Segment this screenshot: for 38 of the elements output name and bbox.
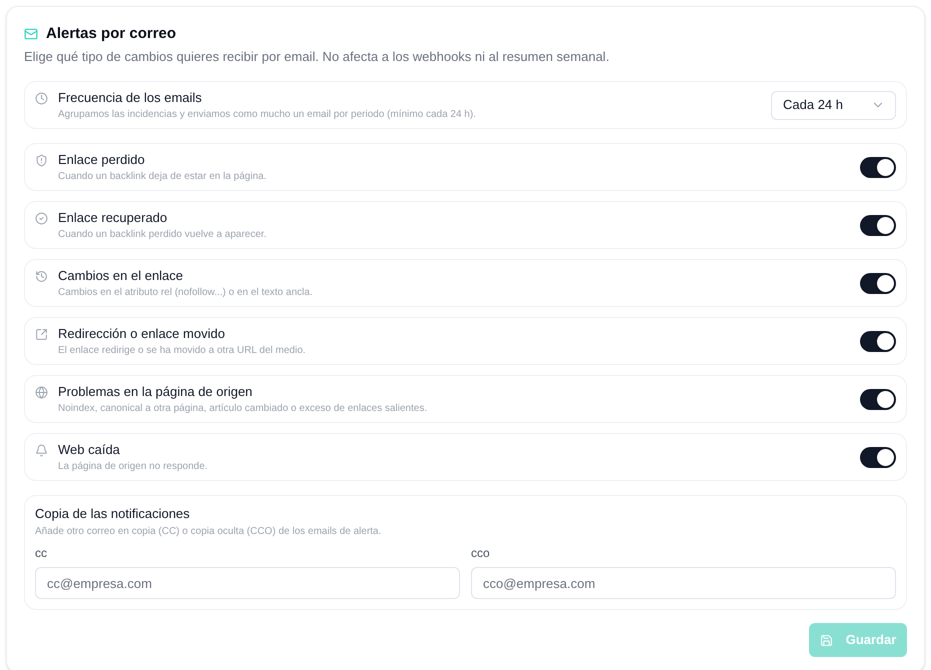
toggle-switch[interactable] bbox=[860, 214, 896, 236]
setting-title: Redirección o enlace movido bbox=[58, 326, 226, 342]
globe-icon bbox=[35, 386, 48, 398]
setting-title: Enlace recuperado bbox=[58, 210, 168, 226]
setting-description: Agrupamos las incidencias y enviamos como mucho un email por periodo (mínimo cada 24 h). bbox=[58, 108, 476, 120]
setting-description: Noindex, canonical a otra página, artículo cambiado o exceso de enlaces salientes. bbox=[58, 402, 428, 414]
toggle-switch[interactable] bbox=[860, 156, 896, 178]
frequency-select[interactable]: Cada 24 h bbox=[771, 90, 896, 120]
clock-icon bbox=[35, 92, 48, 104]
bell-icon bbox=[35, 444, 48, 456]
setting-title: Enlace perdido bbox=[58, 152, 146, 168]
check-circle-icon bbox=[35, 212, 48, 224]
toggle-switch[interactable] bbox=[860, 388, 896, 410]
setting-title: Web caída bbox=[58, 442, 121, 458]
field-label: cco bbox=[471, 546, 491, 560]
setting-description: Cuando un backlink deja de estar en la página. bbox=[58, 170, 266, 182]
field-label: cc bbox=[35, 546, 48, 560]
setting-description: Cambios en el atributo rel (nofollow...) o en el texto ancla. bbox=[58, 286, 313, 298]
email-input[interactable]: cc@empresa.com bbox=[35, 567, 460, 599]
toggle-switch[interactable] bbox=[860, 272, 896, 294]
setting-description: Cuando un backlink perdido vuelve a aparecer. bbox=[58, 228, 266, 240]
mail-icon bbox=[24, 27, 38, 41]
setting-description: El enlace redirige o se ha movido a otra URL del medio. bbox=[58, 344, 306, 356]
section-description: Elige qué tipo de cambios quieres recibir por email. No afecta a los webhooks ni al resumen semanal. bbox=[24, 49, 610, 65]
shield-alert-icon bbox=[35, 154, 48, 166]
copy-description: Añade otro correo en copia (CC) o copia oculta (CCO) de los emails de alerta. bbox=[35, 525, 382, 538]
setting-title: Cambios en el enlace bbox=[58, 268, 184, 284]
setting-title: Problemas en la página de origen bbox=[58, 384, 254, 400]
external-link-icon bbox=[35, 328, 48, 340]
history-icon bbox=[35, 270, 48, 282]
toggle-switch[interactable] bbox=[860, 446, 896, 468]
section-title: Alertas por correo bbox=[46, 24, 176, 44]
save-icon bbox=[820, 634, 833, 646]
copy-title: Copia de las notificaciones bbox=[35, 506, 191, 522]
setting-title: Frecuencia de los emails bbox=[58, 90, 203, 106]
email-input[interactable]: cco@empresa.com bbox=[471, 567, 896, 599]
setting-description: La página de origen no responde. bbox=[58, 460, 208, 472]
toggle-switch[interactable] bbox=[860, 330, 896, 352]
